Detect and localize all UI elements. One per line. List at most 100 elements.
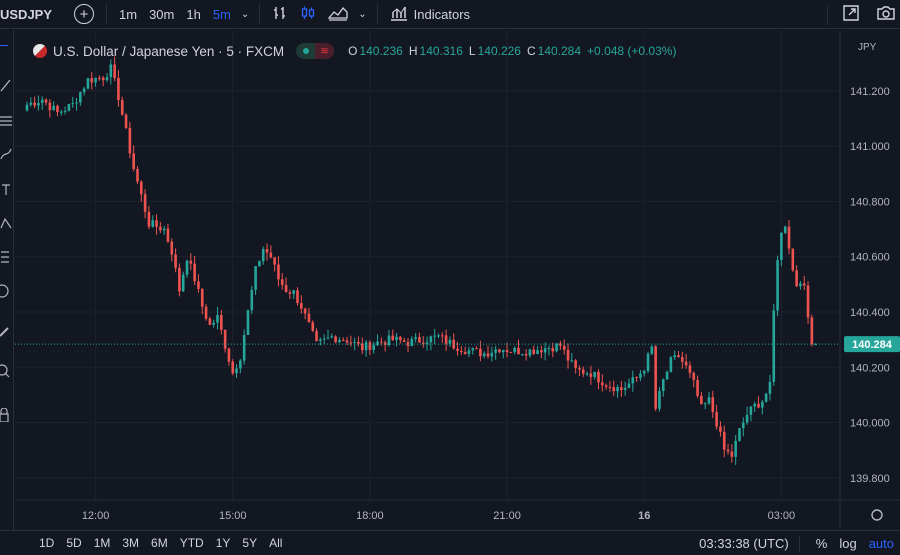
plus-icon: + [79,5,89,23]
percent-scale-toggle[interactable]: % [810,536,834,551]
area-chart-icon[interactable] [322,5,354,24]
interval-1m[interactable]: 1m [113,7,143,22]
candle-body [59,111,63,113]
range-1m[interactable]: 1M [88,536,117,550]
prediction-icon[interactable] [0,250,12,264]
range-5y[interactable]: 5Y [236,536,263,550]
bottom-right-controls: 03:33:38 (UTC) % log auto [699,531,900,555]
currency-label: JPY [858,42,877,53]
candle-body [345,340,349,343]
log-scale-toggle[interactable]: log [833,536,862,551]
candle-body [802,283,806,286]
candle-body [330,336,334,338]
candle-body [52,105,55,111]
candle-body [185,260,189,275]
ruler-icon[interactable] [0,326,12,340]
candle-body [239,360,242,369]
candle-body [772,310,776,382]
candle-body [280,279,284,285]
trend-line-icon[interactable] [0,78,12,92]
candle-body [501,350,505,353]
candle-body [547,348,551,350]
compare-symbol-button[interactable]: + [74,4,94,24]
candle-body [589,373,593,377]
fib-icon[interactable] [0,114,12,128]
candles-icon[interactable] [294,5,322,24]
time-tick-label: 21:00 [493,510,521,522]
candle-body [380,341,383,343]
price-chart[interactable]: 141.200 141.000 140.800 140.600 140.400 140.2… [15,30,900,530]
chart-area[interactable]: 141.200 141.000 140.800 140.600 140.400 140.2… [15,30,900,530]
candle-body [616,387,619,392]
symbol-search-button[interactable]: USDJPY [0,0,58,29]
candle-body [776,260,779,311]
interval-1h[interactable]: 1h [180,7,206,22]
auto-scale-toggle[interactable]: auto [863,536,900,551]
candle-body [90,78,94,83]
bar-chart-icon[interactable] [266,5,294,24]
candle-body [300,303,303,309]
candle-body [677,355,680,358]
candle-body [269,252,273,258]
zoom-icon[interactable] [0,364,12,378]
candle-body [296,290,299,304]
smile-icon[interactable] [0,284,12,298]
utc-clock[interactable]: 03:33:38 (UTC) [699,536,799,551]
candle-body [623,387,627,390]
candle-body [490,352,494,357]
candle-body [200,288,204,307]
crosshair-icon[interactable] [0,44,8,46]
candle-body [642,370,646,374]
indicators-button[interactable]: Indicators [384,0,476,29]
range-6m[interactable]: 6M [145,536,174,550]
text-icon[interactable] [0,182,12,196]
range-ytd[interactable]: YTD [174,536,210,550]
candle-body [764,393,768,402]
candle-body [681,357,684,362]
candle-body [703,403,707,405]
candle-body [37,102,40,106]
indicators-icon [390,5,408,24]
bottom-divider [798,535,800,552]
range-5d[interactable]: 5D [60,536,87,550]
candle-body [532,349,536,355]
interval-5m[interactable]: 5m [207,7,237,22]
open-value: 140.236 [359,44,403,58]
lock-icon[interactable] [0,408,12,422]
brush-icon[interactable] [0,147,12,161]
candle-body [315,330,318,342]
candle-body [460,351,463,353]
interval-30m[interactable]: 30m [143,7,180,22]
range-1d[interactable]: 1D [0,536,60,550]
pattern-icon[interactable] [0,216,12,230]
range-3m[interactable]: 3M [116,536,145,550]
range-1y[interactable]: 1Y [210,536,237,550]
candle-body [753,403,757,407]
camera-icon[interactable] [868,4,900,25]
candle-body [128,127,132,154]
candle-body [63,110,67,112]
candle-body [768,381,772,394]
candle-body [498,349,501,353]
candle-body [787,226,791,249]
candle-body [555,343,558,352]
market-status[interactable]: ≋ [296,43,335,59]
candle-body [101,77,105,81]
price-tick-label: 140.200 [850,362,890,374]
candle-body [48,102,52,111]
candle-body [536,350,539,355]
symbol-title[interactable]: U.S. Dollar / Japanese Yen · 5 · FXCM [53,44,284,59]
candle-body [322,338,326,340]
price-tick-label: 139.800 [850,473,890,485]
candle-body [700,395,703,405]
candle-body [258,261,261,267]
range-all[interactable]: All [263,536,288,550]
candle-body [517,347,520,355]
chevron-down-icon[interactable]: ⌄ [354,9,370,20]
candle-body [29,102,33,105]
chevron-down-icon[interactable]: ⌄ [237,9,253,20]
candle-body [82,88,86,93]
settings-gear-icon[interactable] [871,509,883,521]
candle-body [540,350,543,353]
fullscreen-icon[interactable] [834,4,868,25]
